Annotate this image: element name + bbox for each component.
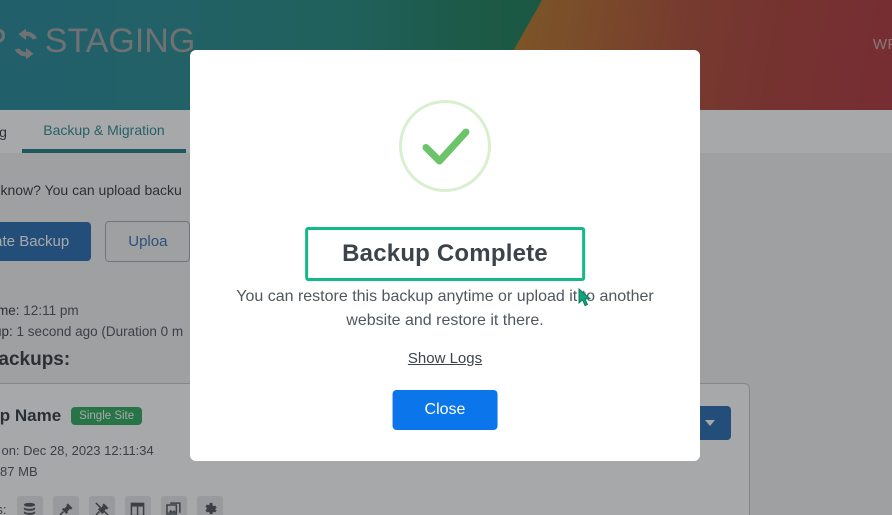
backup-complete-modal: Backup Complete You can restore this bac…: [190, 50, 700, 461]
modal-title: Backup Complete: [342, 240, 548, 267]
app-page: WP STAGING WP g Backup & Migration you k…: [0, 0, 892, 515]
close-button[interactable]: Close: [392, 390, 498, 430]
modal-title-box: Backup Complete: [305, 227, 585, 281]
show-logs-link[interactable]: Show Logs: [408, 350, 482, 367]
check-circle-icon: [399, 100, 491, 192]
check-mark-glyph: [422, 128, 470, 165]
modal-description: You can restore this backup anytime or u…: [236, 288, 654, 329]
